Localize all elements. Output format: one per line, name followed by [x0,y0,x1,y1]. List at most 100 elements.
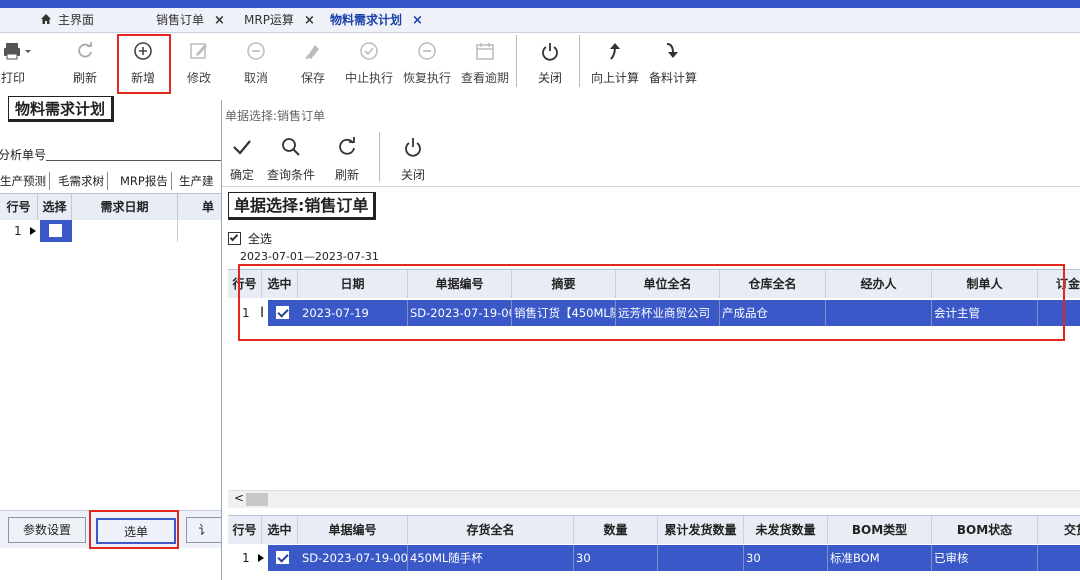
tab-home[interactable]: 主界面 [40,8,94,33]
dialog-close-button[interactable]: 关闭 [396,132,430,186]
select-cell[interactable] [40,220,72,242]
tab-mrp[interactable]: MRP运算 × [244,8,315,33]
close-button[interactable]: 关闭 [523,33,577,93]
close-label: 关闭 [537,71,562,85]
resume-label: 恢复执行 [402,71,451,85]
overdue-label: 查看逾期 [460,71,509,85]
refresh-label: 刷新 [72,71,97,85]
power-icon [542,43,558,61]
table-row[interactable]: 1 [0,220,222,242]
col-doc-no: 单据编号 [298,516,408,544]
cell-doc-no: SD-2023-07-19-0001 [300,545,408,571]
print-button[interactable]: 打印 [0,33,40,93]
cell-unshipped: 30 [744,545,828,571]
table-row[interactable]: 1 SD-2023-07-19-0001 450ML随手杯 30 30 标准BO… [228,545,1080,571]
col-demand-date: 需求日期 [72,194,178,220]
scroll-left-icon[interactable]: < [234,491,244,505]
subtab-mrp-report[interactable]: MRP报告 [120,172,172,190]
highlight-add [117,34,171,94]
col-checked: 选中 [262,516,298,544]
row-checkbox[interactable] [49,224,62,237]
stock-calc-button[interactable]: 备料计算 [646,33,700,93]
cancel-button[interactable]: 取消 [229,33,283,93]
up-calc-label: 向上计算 [590,71,639,85]
tab-home-label: 主界面 [58,13,95,27]
tab-material-plan[interactable]: 物料需求计划 × [330,8,423,33]
demand-grid: 行号 选择 需求日期 单 1 [0,193,222,249]
subtab-demand-tree[interactable]: 毛需求树 [58,172,108,190]
col-unshipped: 未发货数量 [744,516,828,544]
cell-item-name: 450ML随手杯 [408,545,574,571]
order-detail-grid: 行号 选中 单据编号 存货全名 数量 累计发货数量 未发货数量 BOM类型 BO… [228,515,1080,575]
page-title: 物料需求计划 [8,96,115,122]
close-icon[interactable]: × [214,13,225,28]
query-button[interactable]: 查询条件 [262,132,320,186]
save-button[interactable]: 保存 [286,33,340,93]
close-icon[interactable]: × [412,13,423,28]
printer-icon [4,43,31,60]
toolbar-divider [579,35,580,87]
third-button[interactable]: 讠 [186,517,222,543]
col-select: 选择 [38,194,72,220]
arrow-up-turn-icon [610,43,620,60]
up-calc-button[interactable]: 向上计算 [588,33,642,93]
overdue-button[interactable]: 查看逾期 [458,33,512,93]
confirm-button[interactable]: 确定 [225,132,259,186]
check-circle-icon [360,42,378,60]
save-label: 保存 [300,71,325,85]
toolbar-divider [379,132,380,182]
confirm-label: 确定 [229,168,254,182]
home-icon [41,14,51,24]
toolbar-divider [516,35,517,87]
row-number: 1 [14,224,22,238]
close-icon[interactable]: × [304,13,315,28]
calendar-icon [476,43,494,60]
col-qty: 数量 [574,516,658,544]
cell-bom-status: 已审核 [932,545,1038,571]
dialog-toolbar-divider [222,186,1080,187]
tab-sales-order[interactable]: 销售订单 × [156,8,225,33]
horizontal-scrollbar[interactable]: < [228,490,1080,508]
suspend-label: 中止执行 [344,71,393,85]
col-item-name: 存货全名 [408,516,574,544]
print-label: 打印 [0,71,25,85]
refresh-icon [78,42,92,58]
doc-select-dialog: 单据选择:销售订单 确定 查询条件 刷新 关闭 单据选择:销售订单 全选 202… [221,100,1080,580]
row-pointer-icon [30,227,36,235]
col-delivery: 交货 [1038,516,1080,544]
minus-circle-icon [247,42,265,60]
minus-circle-icon [418,42,436,60]
highlight-order-row [238,264,1065,341]
analysis-no-field[interactable] [46,160,222,161]
grid-divider [177,220,178,242]
col-row-no: 行号 [228,516,262,544]
tab-sales-order-label: 销售订单 [156,13,205,27]
subtab-production[interactable]: 生产建 [179,172,217,190]
edit-button[interactable]: 修改 [172,33,226,93]
scroll-thumb[interactable] [246,493,268,506]
params-button[interactable]: 参数设置 [8,517,86,543]
dialog-refresh-label: 刷新 [334,168,359,182]
refresh-icon [339,137,355,155]
date-range: 2023-07-01—2023-07-31 [240,250,379,263]
analysis-no-label: 分析单号 [0,148,47,162]
resume-button[interactable]: 恢复执行 [400,33,454,93]
arrow-down-turn-icon [666,43,678,58]
edit-label: 修改 [186,71,211,85]
col-bom-status: BOM状态 [932,516,1038,544]
checkmark-icon [233,140,251,155]
dialog-refresh-button[interactable]: 刷新 [330,132,364,186]
select-all[interactable]: 全选 [228,230,272,247]
row-checkbox[interactable] [276,551,289,564]
select-all-checkbox[interactable] [228,232,241,245]
dialog-title: 单据选择:销售订单 [225,109,326,123]
save-icon [305,45,319,60]
stock-calc-label: 备料计算 [648,71,697,85]
dialog-heading: 单据选择:销售订单 [228,192,377,220]
col-shipped: 累计发货数量 [658,516,744,544]
cell-qty: 30 [574,545,658,571]
subtab-forecast[interactable]: 生产预测 [0,172,50,190]
suspend-button[interactable]: 中止执行 [342,33,396,93]
refresh-button[interactable]: 刷新 [58,33,112,93]
dialog-close-label: 关闭 [400,168,425,182]
